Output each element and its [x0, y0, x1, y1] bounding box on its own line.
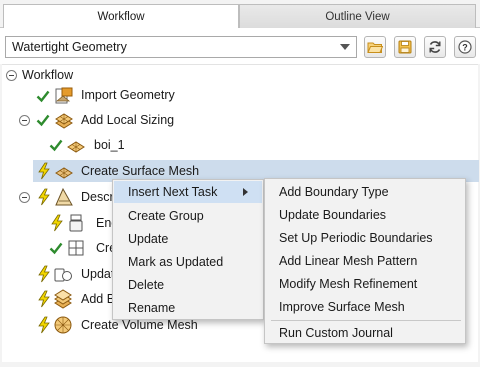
submenu-item-set-up-periodic-boundaries[interactable]: Set Up Periodic Boundaries — [266, 227, 464, 249]
tree-item-add-boundary-layers[interactable]: Add B — [2, 288, 122, 310]
submenu-item-update-boundaries[interactable]: Update Boundaries — [266, 204, 464, 226]
lightning-icon — [38, 162, 50, 180]
submenu-item-label: Set Up Periodic Boundaries — [279, 231, 433, 245]
submenu-item-label: Add Boundary Type — [279, 185, 389, 199]
tree-item-boi-1[interactable]: boi_1 — [2, 134, 202, 156]
lightning-icon — [51, 214, 63, 232]
submenu-item-label: Add Linear Mesh Pattern — [279, 254, 418, 268]
lightning-icon — [38, 290, 50, 308]
submenu-item-label: Modify Mesh Refinement — [279, 277, 418, 291]
tab-outline-view[interactable]: Outline View — [239, 4, 476, 28]
tab-workflow[interactable]: Workflow — [3, 4, 239, 29]
check-icon — [36, 90, 50, 103]
check-icon — [49, 139, 63, 152]
menu-item-delete[interactable]: Delete — [114, 274, 262, 296]
chevron-right-icon — [243, 188, 248, 196]
menu-item-label: Insert Next Task — [128, 185, 218, 199]
local-sizing-icon — [55, 113, 73, 129]
save-icon — [398, 40, 412, 54]
open-folder-icon — [367, 42, 383, 53]
help-icon: ? — [458, 40, 472, 54]
tree-item-describe-geometry[interactable]: Descr — [2, 186, 122, 208]
lightning-icon — [38, 316, 50, 334]
tree-item-label: Add B — [81, 292, 116, 306]
workflow-type-select[interactable]: Watertight Geometry — [5, 36, 357, 58]
tree-item-create-regions[interactable]: Cre — [2, 237, 122, 259]
submenu-item-improve-surface-mesh[interactable]: Improve Surface Mesh — [266, 296, 464, 318]
menu-separator — [271, 320, 461, 321]
menu-item-insert-next-task[interactable]: Insert Next Task — [114, 181, 262, 203]
boundary-layers-icon — [54, 289, 72, 309]
tree-item-label: Add Local Sizing — [81, 113, 175, 127]
workflow-panel: Workflow Outline View Watertight Geometr… — [0, 0, 480, 367]
tree-item-import-geometry[interactable]: Import Geometry — [2, 85, 302, 107]
menu-item-label: Rename — [128, 301, 176, 315]
help-button[interactable]: ? — [454, 36, 476, 58]
menu-item-label: Create Group — [128, 209, 204, 223]
tab-bar: Workflow Outline View — [0, 0, 480, 29]
chevron-down-icon[interactable] — [340, 44, 350, 50]
save-button[interactable] — [394, 36, 416, 58]
open-button[interactable] — [364, 36, 386, 58]
surface-mesh-icon — [55, 167, 73, 179]
sizing-control-icon — [67, 141, 85, 153]
context-menu: Insert Next Task Create Group Update Mar… — [112, 179, 264, 320]
insert-task-submenu: Add Boundary Type Update Boundaries Set … — [264, 178, 466, 344]
collapse-icon[interactable] — [6, 70, 17, 81]
check-icon — [49, 242, 63, 255]
update-regions-icon — [54, 268, 72, 282]
tab-workflow-label: Workflow — [97, 11, 145, 23]
tree-root-label: Workflow — [22, 68, 74, 82]
workflow-type-value: Watertight Geometry — [12, 40, 127, 54]
tree-item-label: Create Volume Mesh — [81, 318, 198, 332]
submenu-item-modify-mesh-refinement[interactable]: Modify Mesh Refinement — [266, 273, 464, 295]
volume-mesh-icon — [54, 316, 72, 334]
menu-item-label: Mark as Updated — [128, 255, 224, 269]
submenu-item-add-linear-mesh-pattern[interactable]: Add Linear Mesh Pattern — [266, 250, 464, 272]
tree-item-label: Import Geometry — [81, 88, 175, 102]
refresh-button[interactable] — [424, 36, 446, 58]
submenu-item-add-boundary-type[interactable]: Add Boundary Type — [266, 181, 464, 203]
tree-root[interactable]: Workflow — [2, 65, 202, 87]
submenu-item-label: Improve Surface Mesh — [279, 300, 405, 314]
workflow-toolbar: Watertight Geometry ? — [0, 28, 480, 64]
tab-outline-view-label: Outline View — [325, 10, 390, 23]
tree-item-label: Create Surface Mesh — [81, 164, 200, 178]
menu-item-update[interactable]: Update — [114, 228, 262, 250]
menu-item-label: Update — [128, 232, 169, 246]
describe-geometry-icon — [55, 187, 73, 206]
tree-item-label: Updat — [81, 267, 115, 281]
menu-item-rename[interactable]: Rename — [114, 297, 262, 319]
tree-item-add-local-sizing[interactable]: Add Local Sizing — [2, 109, 302, 131]
menu-item-label: Delete — [128, 278, 165, 292]
collapse-icon[interactable] — [19, 192, 30, 203]
regions-icon — [68, 240, 84, 256]
tree-item-enclose-fluid-regions[interactable]: Enc — [2, 212, 122, 234]
menu-item-create-group[interactable]: Create Group — [114, 205, 262, 227]
tree-item-label: boi_1 — [94, 138, 125, 152]
tree-item-label: Descr — [81, 190, 114, 204]
submenu-item-run-custom-journal[interactable]: Run Custom Journal — [266, 322, 464, 344]
collapse-icon[interactable] — [19, 115, 30, 126]
submenu-item-label: Run Custom Journal — [279, 326, 393, 340]
refresh-icon — [429, 41, 441, 53]
lightning-icon — [38, 265, 50, 283]
menu-item-mark-as-updated[interactable]: Mark as Updated — [114, 251, 262, 273]
lightning-icon — [38, 188, 50, 206]
import-geometry-icon — [55, 87, 73, 104]
enclose-icon — [69, 214, 83, 232]
submenu-item-label: Update Boundaries — [279, 208, 387, 222]
svg-text:?: ? — [462, 43, 468, 53]
tree-item-update-regions[interactable]: Updat — [2, 263, 122, 285]
check-icon — [36, 114, 50, 127]
